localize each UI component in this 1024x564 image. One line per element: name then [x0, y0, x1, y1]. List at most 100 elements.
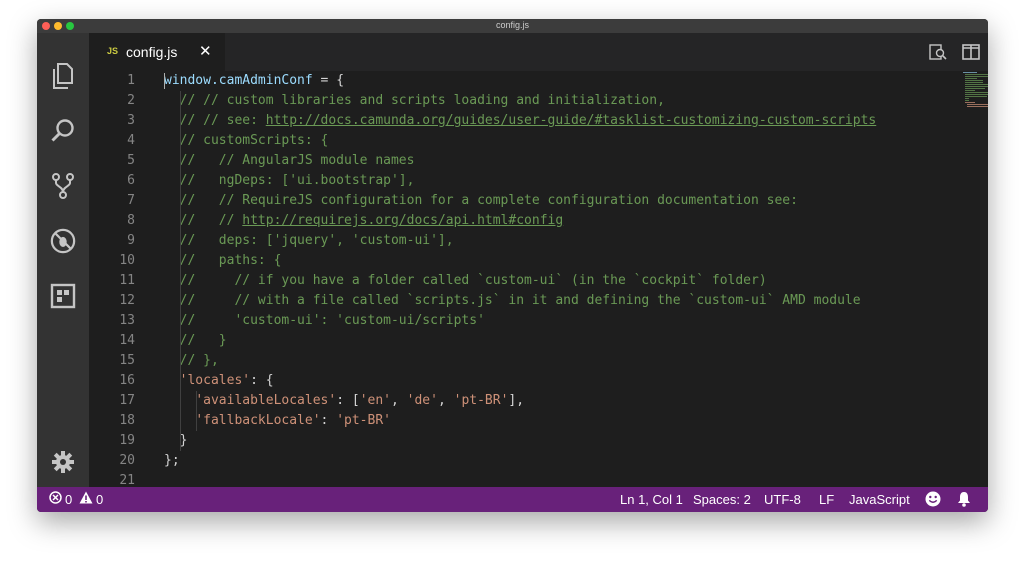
code-editor[interactable]: 1 window.camAdminConf = {2 // // custom l…	[89, 71, 988, 488]
code-line[interactable]: 16 'locales': {	[89, 371, 988, 391]
code-token: : {	[250, 373, 274, 388]
code-token: }	[164, 433, 188, 448]
code-line[interactable]: 11 // // if you have a folder called `cu…	[89, 271, 988, 291]
language-mode[interactable]: JavaScript	[849, 492, 910, 507]
code-line[interactable]: 20};	[89, 451, 988, 471]
line-number: 9	[127, 233, 135, 248]
line-code: };	[164, 451, 180, 471]
line-code: // // custom libraries and scripts loadi…	[164, 91, 665, 111]
code-token: http://requirejs.org/docs/api.html#confi…	[242, 213, 564, 228]
cursor-position[interactable]: Ln 1, Col 1	[620, 492, 683, 507]
code-line[interactable]: 15 // },	[89, 351, 988, 371]
code-line[interactable]: 12 // // with a file called `scripts.js`…	[89, 291, 988, 311]
line-code: // // if you have a folder called `custo…	[164, 271, 767, 291]
line-number: 16	[119, 373, 135, 388]
indent-guide	[196, 391, 197, 431]
line-code: // },	[164, 351, 219, 371]
line-number: 15	[119, 353, 135, 368]
tab-config-js[interactable]: JS config.js ✕	[89, 33, 225, 71]
code-token: = {	[312, 73, 345, 88]
line-code: // 'custom-ui': 'custom-ui/scripts'	[164, 311, 485, 331]
code-token: // //	[164, 213, 243, 228]
line-number: 6	[127, 173, 135, 188]
code-token: // // AngularJS module names	[164, 153, 415, 168]
code-token: // },	[164, 353, 219, 368]
indentation-setting[interactable]: Spaces: 2	[693, 492, 751, 507]
code-line[interactable]: 4 // customScripts: {	[89, 131, 988, 151]
code-line[interactable]: 7 // // RequireJS configuration for a co…	[89, 191, 988, 211]
code-line[interactable]: 18 'fallbackLocale': 'pt-BR'	[89, 411, 988, 431]
code-line[interactable]: 10 // paths: {	[89, 251, 988, 271]
feedback-smiley-icon[interactable]	[925, 491, 941, 510]
line-number: 7	[127, 193, 135, 208]
files-icon[interactable]	[50, 63, 76, 89]
line-number: 14	[119, 333, 135, 348]
code-token: ,	[391, 393, 407, 408]
line-number: 4	[127, 133, 135, 148]
line-code: // // AngularJS module names	[164, 151, 415, 171]
code-token: // // RequireJS configuration for a comp…	[164, 193, 798, 208]
code-line[interactable]: 19 }	[89, 431, 988, 451]
code-line[interactable]: 13 // 'custom-ui': 'custom-ui/scripts'	[89, 311, 988, 331]
warning-count[interactable]: 0	[96, 492, 103, 507]
code-line[interactable]: 6 // ngDeps: ['ui.bootstrap'],	[89, 171, 988, 191]
line-ending[interactable]: LF	[819, 492, 834, 507]
line-number: 1	[127, 73, 135, 88]
code-token: 'locales'	[179, 373, 251, 388]
indent-guide	[180, 91, 181, 451]
code-token: :	[320, 413, 337, 428]
line-code: }	[164, 431, 188, 451]
code-token: // // with a file called `scripts.js` in…	[164, 293, 861, 308]
line-number: 19	[119, 433, 135, 448]
split-editor-icon[interactable]	[961, 42, 981, 62]
line-code: // // http://requirejs.org/docs/api.html…	[164, 211, 564, 231]
search-icon[interactable]	[50, 118, 76, 144]
code-line[interactable]: 3 // // see: http://docs.camunda.org/gui…	[89, 111, 988, 131]
code-token: // ngDeps: ['ui.bootstrap'],	[164, 173, 415, 188]
error-count[interactable]: 0	[65, 492, 72, 507]
code-line[interactable]: 2 // // custom libraries and scripts loa…	[89, 91, 988, 111]
text-cursor	[164, 73, 165, 89]
code-line[interactable]: 1 window.camAdminConf = {	[89, 71, 988, 91]
code-line[interactable]: 9 // deps: ['jquery', 'custom-ui'],	[89, 231, 988, 251]
line-number: 2	[127, 93, 135, 108]
line-code: // // with a file called `scripts.js` in…	[164, 291, 861, 311]
file-encoding[interactable]: UTF-8	[764, 492, 801, 507]
warning-icon[interactable]	[79, 491, 93, 507]
code-token: 'pt-BR'	[453, 393, 509, 408]
line-number: 12	[119, 293, 135, 308]
line-number: 5	[127, 153, 135, 168]
code-line[interactable]: 17 'availableLocales': ['en', 'de', 'pt-…	[89, 391, 988, 411]
line-number: 10	[119, 253, 135, 268]
line-code: 'fallbackLocale': 'pt-BR'	[164, 411, 391, 431]
error-icon[interactable]	[49, 491, 62, 507]
code-token: : [	[336, 393, 360, 408]
line-number: 18	[119, 413, 135, 428]
code-line[interactable]: 14 // }	[89, 331, 988, 351]
extensions-icon[interactable]	[50, 283, 76, 309]
code-token: // customScripts: {	[164, 133, 329, 148]
line-code: window.camAdminConf = {	[164, 71, 344, 91]
code-token: http://docs.camunda.org/guides/user-guid…	[265, 113, 877, 128]
debug-icon[interactable]	[50, 228, 76, 254]
line-code: // ngDeps: ['ui.bootstrap'],	[164, 171, 415, 191]
close-icon[interactable]: ✕	[199, 42, 212, 60]
minimap[interactable]	[963, 71, 988, 111]
line-number: 13	[119, 313, 135, 328]
code-token: // deps: ['jquery', 'custom-ui'],	[164, 233, 454, 248]
source-control-icon[interactable]	[50, 173, 76, 199]
code-token: // // custom libraries and scripts loadi…	[164, 93, 665, 108]
status-bar: 0 0 Ln 1, Col 1 Spaces: 2 UTF-8 LF JavaS…	[37, 487, 988, 512]
notifications-bell-icon[interactable]	[957, 491, 971, 510]
code-token: 'fallbackLocale'	[195, 413, 321, 428]
code-token: 'en'	[359, 393, 391, 408]
line-code: // paths: {	[164, 251, 282, 271]
code-line[interactable]: 8 // // http://requirejs.org/docs/api.ht…	[89, 211, 988, 231]
line-number: 3	[127, 113, 135, 128]
code-line[interactable]: 5 // // AngularJS module names	[89, 151, 988, 171]
open-changes-icon[interactable]	[928, 42, 948, 62]
gear-icon[interactable]	[50, 449, 76, 475]
line-number: 11	[119, 273, 135, 288]
line-code: // // see: http://docs.camunda.org/guide…	[164, 111, 877, 131]
